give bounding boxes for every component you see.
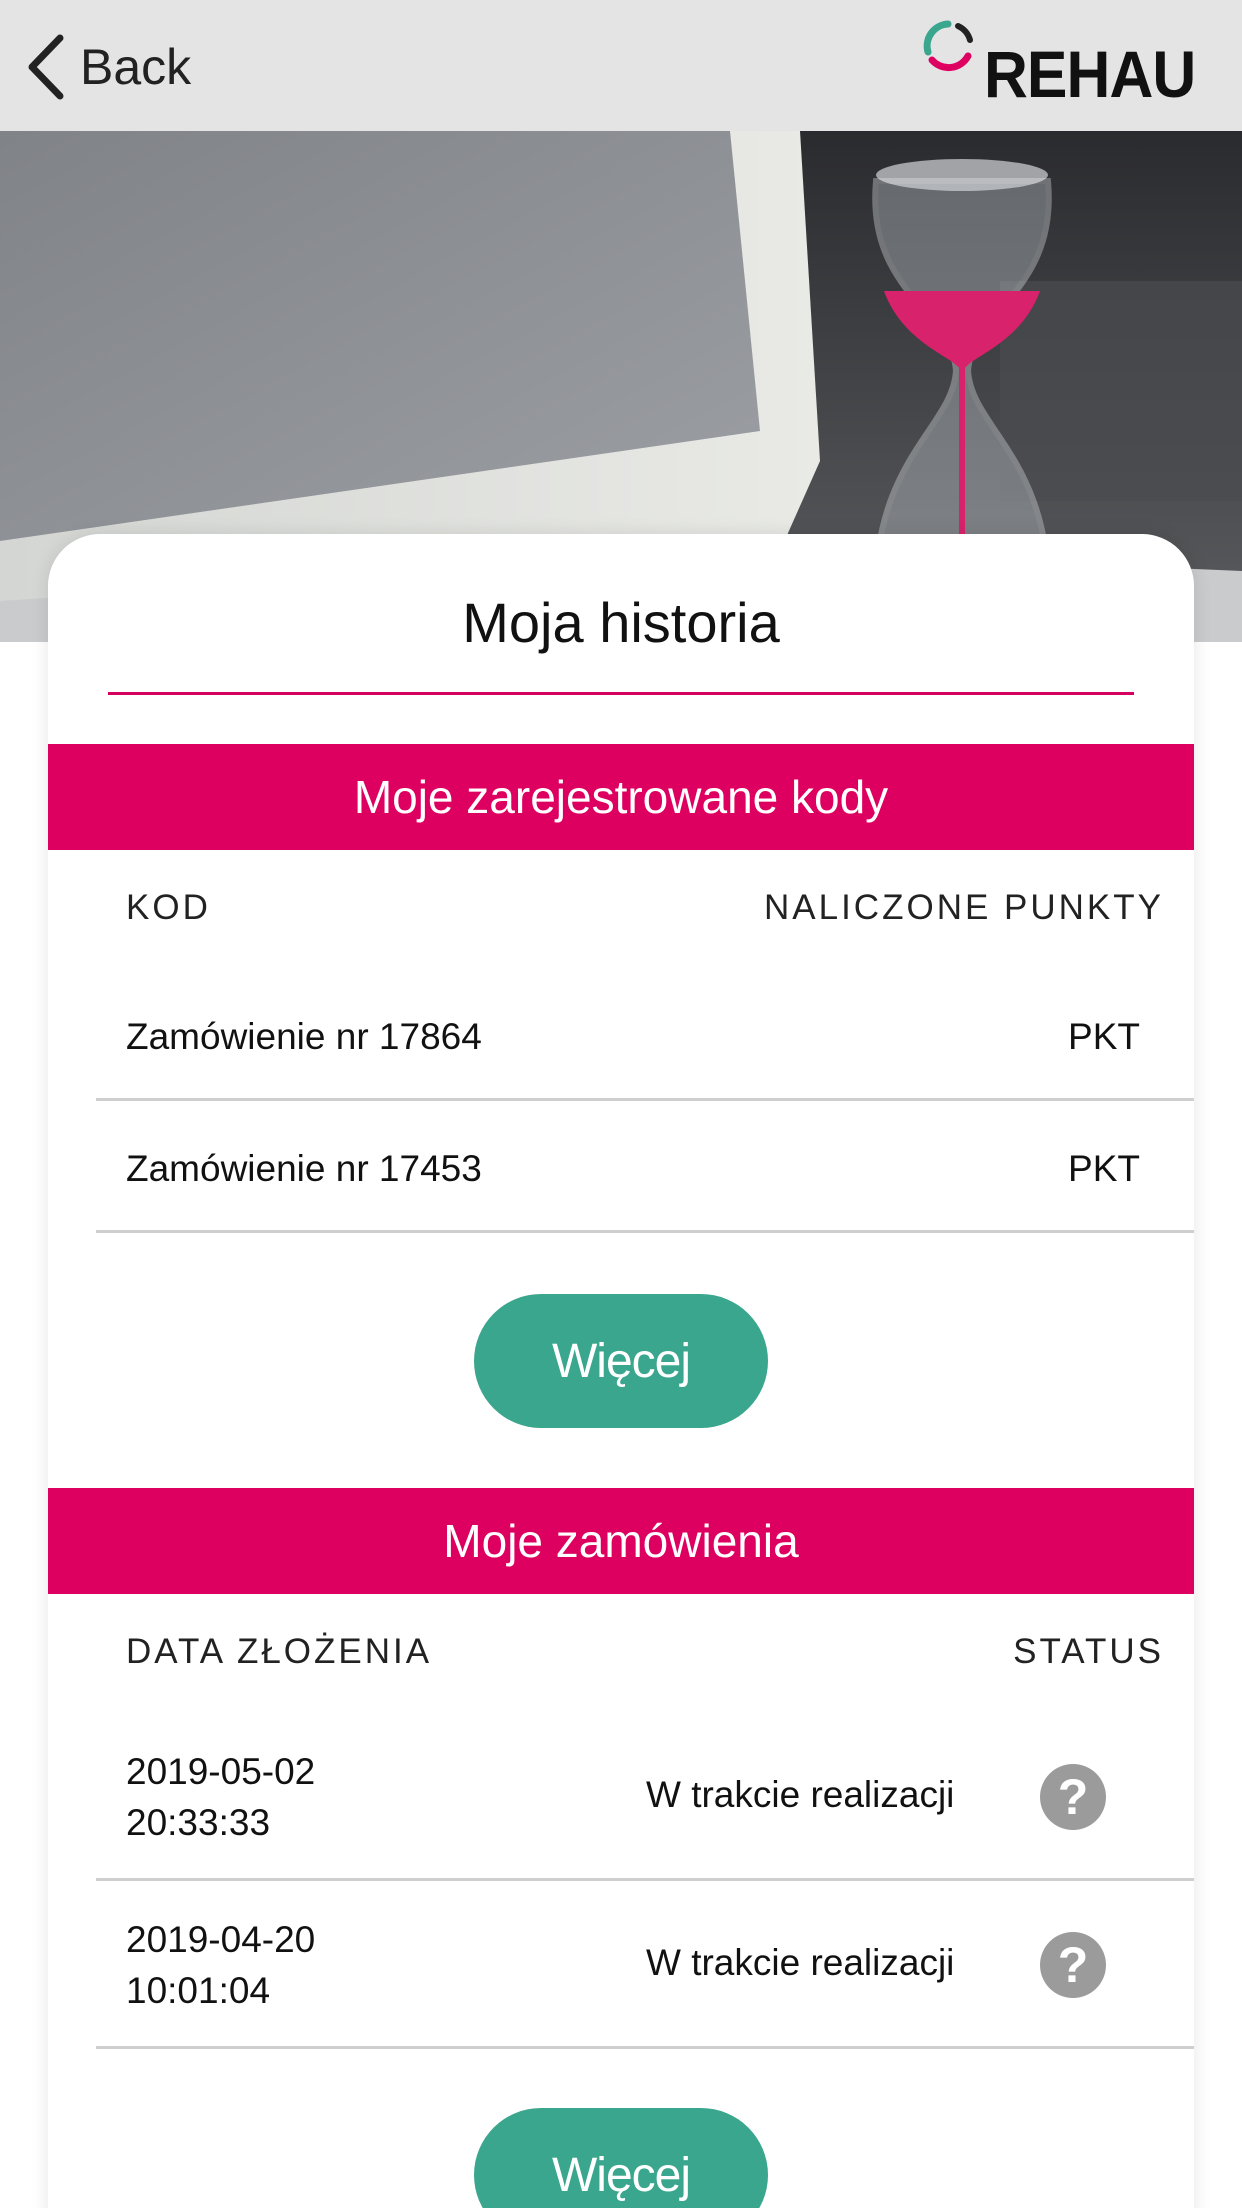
order-row-1-date-time: 20:33:33: [126, 1802, 271, 1843]
col-header-code: KOD: [126, 888, 211, 927]
chevron-left-icon: [28, 34, 64, 100]
code-row-2-points: PKT: [1068, 1148, 1140, 1189]
top-bar: Back REHAU: [0, 0, 1242, 131]
logo-text: REHAU: [984, 37, 1196, 111]
code-row-1-code: Zamówienie nr 17864: [126, 1016, 482, 1057]
code-row-1-points: PKT: [1068, 1016, 1140, 1057]
back-label: Back: [80, 39, 192, 95]
order-row-2-status: W trakcie realizacji: [646, 1942, 955, 1983]
order-row-2-date: 2019-04-20 10:01:04: [126, 1914, 315, 2016]
title-underline: [108, 692, 1134, 695]
order-row-2-date-day: 2019-04-20: [126, 1919, 316, 1960]
rehau-logo: REHAU: [918, 18, 1196, 111]
order-row-1-date-day: 2019-05-02: [126, 1751, 316, 1792]
col-header-date: DATA ZŁOŻENIA: [126, 1632, 433, 1671]
page-title: Moja historia: [462, 591, 780, 654]
question-icon[interactable]: ?: [1040, 1932, 1106, 1998]
code-row-2-code: Zamówienie nr 17453: [126, 1148, 482, 1189]
order-row-1-status: W trakcie realizacji: [646, 1774, 955, 1815]
col-header-status: STATUS: [1013, 1632, 1164, 1671]
orders-section-header: Moje zamówienia: [48, 1488, 1194, 1594]
row-divider: [96, 1230, 1194, 1233]
row-divider: [96, 2046, 1194, 2049]
app-screen: Back REHAU Moja historia Moje zarejestro…: [0, 0, 1242, 2208]
row-divider: [96, 1098, 1194, 1101]
history-card: Moja historia Moje zarejestrowane kody K…: [48, 534, 1194, 2208]
question-icon[interactable]: ?: [1040, 1764, 1106, 1830]
rehau-logo-mark-icon: [923, 20, 973, 72]
codes-section-header: Moje zarejestrowane kody: [48, 744, 1194, 850]
codes-more-button[interactable]: Więcej: [474, 1294, 768, 1428]
row-divider: [96, 1878, 1194, 1881]
col-header-points: NALICZONE PUNKTY: [764, 888, 1164, 927]
back-button[interactable]: Back: [26, 32, 191, 102]
order-row-1-date: 2019-05-02 20:33:33: [126, 1746, 315, 1848]
orders-more-button[interactable]: Więcej: [474, 2108, 768, 2208]
order-row-2-date-time: 10:01:04: [126, 1970, 271, 2011]
